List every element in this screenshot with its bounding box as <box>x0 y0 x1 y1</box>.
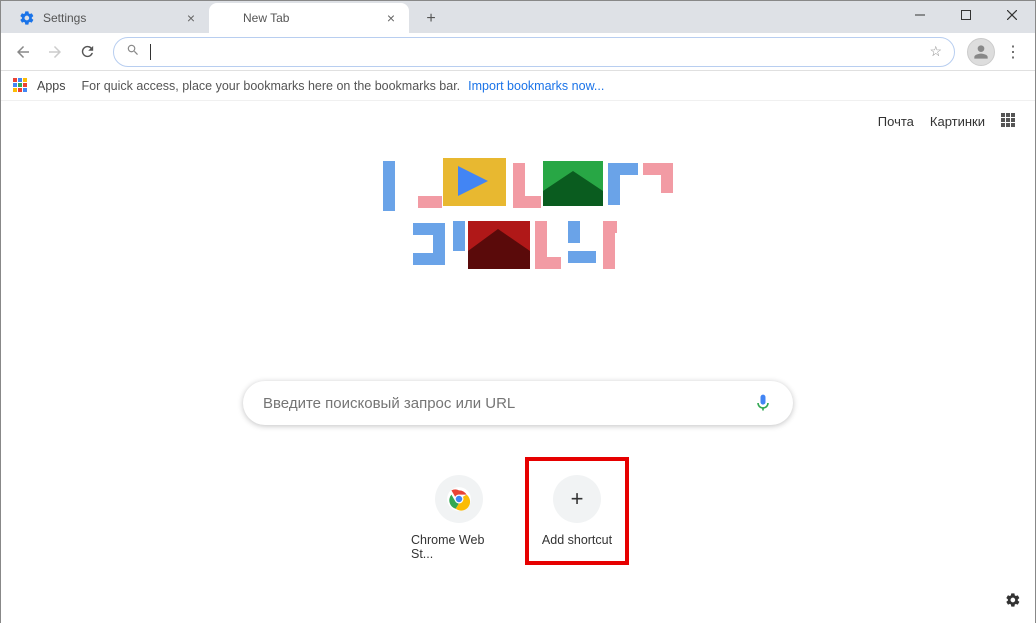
images-link[interactable]: Картинки <box>930 114 985 129</box>
reload-button[interactable] <box>73 38 101 66</box>
apps-icon[interactable] <box>13 78 29 94</box>
tab-title: Settings <box>43 11 86 25</box>
window-titlebar: Settings × New Tab × + <box>1 1 1035 33</box>
ntp-search-box[interactable] <box>243 381 793 425</box>
bookmarks-hint: For quick access, place your bookmarks h… <box>82 79 461 93</box>
ntp-shortcuts: Chrome Web St... + Add shortcut <box>411 461 625 561</box>
mail-link[interactable]: Почта <box>878 114 914 129</box>
import-bookmarks-link[interactable]: Import bookmarks now... <box>468 79 604 93</box>
minimize-button[interactable] <box>897 1 943 29</box>
omnibox[interactable]: ☆ <box>113 37 955 67</box>
shortcut-add[interactable]: + Add shortcut <box>529 461 625 561</box>
ntp-content: Почта Картинки <box>1 101 1035 624</box>
bookmarks-bar: Apps For quick access, place your bookma… <box>1 71 1035 101</box>
voice-search-icon[interactable] <box>753 393 773 413</box>
forward-button[interactable] <box>41 38 69 66</box>
bookmark-star-icon[interactable]: ☆ <box>929 43 942 60</box>
ntp-top-links: Почта Картинки <box>878 113 1017 129</box>
browser-toolbar: ☆ ⋮ <box>1 33 1035 71</box>
menu-button[interactable]: ⋮ <box>999 42 1027 62</box>
apps-launcher-icon[interactable] <box>1001 113 1017 129</box>
tab-settings[interactable]: Settings × <box>9 3 209 33</box>
tab-title: New Tab <box>243 11 289 25</box>
address-input[interactable] <box>151 44 929 60</box>
plus-icon: + <box>553 475 601 523</box>
profile-avatar[interactable] <box>967 38 995 66</box>
ntp-search-input[interactable] <box>263 395 753 412</box>
shortcut-chrome-web-store[interactable]: Chrome Web St... <box>411 461 507 561</box>
new-tab-button[interactable]: + <box>417 5 445 33</box>
apps-label[interactable]: Apps <box>37 79 66 93</box>
google-doodle[interactable] <box>283 151 753 321</box>
close-icon[interactable]: × <box>383 10 399 26</box>
maximize-button[interactable] <box>943 1 989 29</box>
close-icon[interactable]: × <box>183 10 199 26</box>
gear-icon <box>19 10 35 26</box>
close-window-button[interactable] <box>989 1 1035 29</box>
tab-newtab[interactable]: New Tab × <box>209 3 409 33</box>
search-icon <box>126 43 140 60</box>
shortcut-label: Chrome Web St... <box>411 533 507 561</box>
shortcut-label: Add shortcut <box>542 533 612 547</box>
tab-strip: Settings × New Tab × + <box>1 1 445 33</box>
chrome-icon <box>435 475 483 523</box>
customize-button[interactable] <box>1005 592 1021 612</box>
window-controls <box>897 1 1035 29</box>
back-button[interactable] <box>9 38 37 66</box>
page-icon <box>219 10 235 26</box>
